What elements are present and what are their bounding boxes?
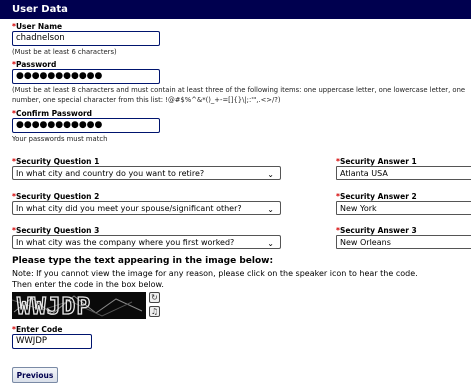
captcha-text: WWJDP (17, 294, 91, 319)
password-hint-line1: (Must be at least 8 characters and must … (12, 86, 466, 94)
confirm-password-label: *Confirm Password (12, 109, 93, 118)
security-question-1-select[interactable]: In what city and country do you want to … (12, 166, 281, 180)
password-label: *Password (12, 60, 57, 69)
security-question-1-label: *Security Question 1 (12, 157, 100, 166)
chevron-down-icon: ⌄ (267, 170, 274, 179)
security-question-3-label: *Security Question 3 (12, 226, 100, 235)
captcha-noise: WWJDP (12, 292, 146, 319)
username-input[interactable]: chadnelson (12, 31, 160, 46)
security-question-3-select[interactable]: In what city was the company where you f… (12, 235, 281, 249)
security-question-2-select[interactable]: In what city did you meet your spouse/si… (12, 201, 281, 215)
captcha-note-line1: Note: If you cannot view the image for a… (12, 269, 418, 278)
confirm-password-input[interactable]: ●●●●●●●●●●● (12, 118, 160, 133)
enter-code-input[interactable]: WWJDP (12, 334, 92, 349)
username-hint: (Must be at least 6 characters) (12, 48, 117, 56)
chevron-down-icon: ⌄ (267, 239, 274, 248)
security-answer-3-input[interactable]: New Orleans (336, 235, 471, 249)
security-answer-1-input[interactable]: Atlanta USA (336, 166, 471, 180)
security-answer-1-label: *Security Answer 1 (336, 157, 417, 166)
password-hint-line2: number, one special character from this … (12, 96, 281, 104)
security-answer-3-label: *Security Answer 3 (336, 226, 417, 235)
enter-code-label: *Enter Code (12, 325, 63, 334)
confirm-password-hint: Your passwords must match (12, 135, 108, 143)
section-header: User Data (0, 0, 471, 19)
refresh-icon[interactable]: ↻ (149, 292, 160, 303)
chevron-down-icon: ⌄ (267, 205, 274, 214)
username-label: *User Name (12, 22, 63, 31)
captcha-image: WWJDP (12, 292, 146, 319)
security-answer-2-input[interactable]: New York (336, 201, 471, 215)
captcha-heading: Please type the text appearing in the im… (12, 256, 274, 266)
security-question-2-label: *Security Question 2 (12, 192, 100, 201)
speaker-icon[interactable]: ♫ (149, 306, 160, 317)
password-input[interactable]: ●●●●●●●●●●● (12, 69, 160, 84)
section-title: User Data (12, 4, 68, 15)
captcha-note-line2: Then enter the code in the box below. (12, 280, 164, 289)
previous-button[interactable]: Previous (12, 367, 58, 383)
security-answer-2-label: *Security Answer 2 (336, 192, 417, 201)
